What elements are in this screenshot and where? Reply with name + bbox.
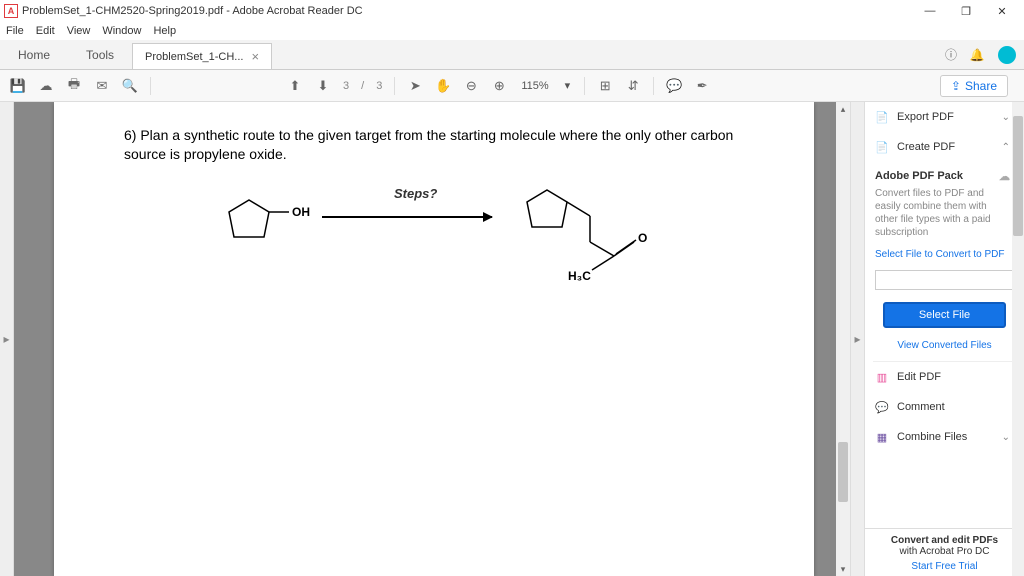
page-down-icon[interactable]: ⬇ bbox=[311, 74, 335, 98]
create-pdf-item[interactable]: 📄 Create PDF ⌃ bbox=[865, 132, 1024, 162]
chevron-down-icon: ⌄ bbox=[1002, 432, 1010, 443]
pack-title: Adobe PDF Pack bbox=[875, 170, 963, 183]
zoom-out-icon[interactable]: ⊖ bbox=[459, 74, 483, 98]
help-icon[interactable]: ⓘ bbox=[938, 40, 964, 69]
chemistry-diagram: Steps? OH bbox=[124, 182, 744, 342]
edit-pdf-icon: ▥ bbox=[875, 370, 889, 384]
avatar[interactable] bbox=[998, 46, 1016, 64]
h3c-label: H₃C bbox=[568, 269, 591, 283]
fit-page-icon[interactable]: ⇵ bbox=[621, 74, 645, 98]
reaction-arrow bbox=[322, 216, 492, 218]
zoom-value[interactable]: 115% bbox=[515, 80, 554, 92]
start-free-trial-link[interactable]: Start Free Trial bbox=[873, 561, 1016, 572]
pack-description: Convert files to PDF and easily combine … bbox=[875, 187, 1010, 239]
export-pdf-label: Export PDF bbox=[897, 111, 954, 123]
scroll-up-icon[interactable]: ▴ bbox=[836, 102, 850, 116]
create-pdf-icon: 📄 bbox=[875, 140, 889, 154]
steps-label: Steps? bbox=[394, 186, 437, 201]
sign-icon[interactable]: ✒ bbox=[690, 74, 714, 98]
comment-tool-icon: 💬 bbox=[875, 400, 889, 414]
pdf-page: 6) Plan a synthetic route to the given t… bbox=[54, 102, 814, 576]
page-total: 3 bbox=[372, 80, 386, 92]
tools-panel: 📄 Export PDF ⌄ 📄 Create PDF ⌃ Adobe PDF … bbox=[864, 102, 1024, 576]
page-sep: / bbox=[357, 80, 368, 92]
panel-scroll-thumb[interactable] bbox=[1013, 116, 1023, 236]
pointer-icon[interactable]: ➤ bbox=[403, 74, 427, 98]
menu-help[interactable]: Help bbox=[153, 25, 176, 37]
zoom-caret-icon[interactable]: ▾ bbox=[559, 79, 577, 92]
chevron-up-icon: ⌃ bbox=[1002, 142, 1010, 153]
menu-bar: File Edit View Window Help bbox=[0, 22, 1024, 40]
menu-edit[interactable]: Edit bbox=[36, 25, 55, 37]
maximize-button[interactable]: ❐ bbox=[948, 1, 984, 21]
cloud-badge-icon: ☁ bbox=[999, 170, 1010, 183]
upsell-footer: Convert and edit PDFs with Acrobat Pro D… bbox=[865, 528, 1024, 576]
left-panel-toggle[interactable]: ▸ bbox=[0, 102, 14, 576]
tab-document-label: ProblemSet_1-CH... bbox=[145, 51, 243, 63]
select-file-button[interactable]: Select File bbox=[883, 302, 1006, 328]
oh-label: OH bbox=[292, 205, 310, 219]
footer-line1: Convert and edit PDFs bbox=[873, 535, 1016, 546]
adobe-pdf-pack-section: Adobe PDF Pack ☁ Convert files to PDF an… bbox=[865, 162, 1024, 243]
share-label: Share bbox=[965, 79, 997, 93]
fit-width-icon[interactable]: ⊞ bbox=[593, 74, 617, 98]
panel-scrollbar[interactable] bbox=[1012, 102, 1024, 576]
right-panel-toggle[interactable]: ▸ bbox=[850, 102, 864, 576]
comment-icon[interactable]: 💬 bbox=[662, 74, 686, 98]
question-text: 6) Plan a synthetic route to the given t… bbox=[124, 126, 744, 164]
acrobat-app-icon: A bbox=[4, 4, 18, 18]
mail-icon[interactable]: ✉ bbox=[90, 74, 114, 98]
chevron-down-icon: ⌄ bbox=[1002, 112, 1010, 123]
view-converted-link[interactable]: View Converted Files bbox=[865, 336, 1024, 361]
bell-icon[interactable]: 🔔 bbox=[964, 40, 990, 69]
target-molecule: O H₃C bbox=[522, 186, 682, 296]
tab-home[interactable]: Home bbox=[0, 40, 68, 69]
window-title: ProblemSet_1-CHM2520-Spring2019.pdf - Ad… bbox=[22, 5, 912, 17]
tab-document[interactable]: ProblemSet_1-CH... × bbox=[132, 43, 272, 69]
menu-view[interactable]: View bbox=[67, 25, 91, 37]
tab-close-icon[interactable]: × bbox=[251, 49, 259, 64]
tab-bar: Home Tools ProblemSet_1-CH... × ⓘ 🔔 bbox=[0, 40, 1024, 70]
export-pdf-icon: 📄 bbox=[875, 110, 889, 124]
document-scrollbar[interactable]: ▴ ▾ bbox=[836, 102, 850, 576]
print-icon[interactable]: 🖶 bbox=[62, 74, 86, 98]
cloud-icon[interactable]: ☁ bbox=[34, 74, 58, 98]
export-pdf-item[interactable]: 📄 Export PDF ⌄ bbox=[865, 102, 1024, 132]
file-input[interactable] bbox=[875, 270, 1014, 290]
share-button[interactable]: ⇪ Share bbox=[940, 75, 1008, 97]
title-bar: A ProblemSet_1-CHM2520-Spring2019.pdf - … bbox=[0, 0, 1024, 22]
page-current[interactable]: 3 bbox=[339, 80, 353, 92]
comment-label: Comment bbox=[897, 401, 945, 413]
comment-item[interactable]: 💬 Comment bbox=[865, 392, 1024, 422]
share-icon: ⇪ bbox=[951, 79, 961, 93]
main-area: ▸ 6) Plan a synthetic route to the given… bbox=[0, 102, 1024, 576]
combine-files-item[interactable]: ▦ Combine Files ⌄ bbox=[865, 422, 1024, 452]
toolbar: 💾 ☁ 🖶 ✉ 🔍 ⬆ ⬇ 3 / 3 ➤ ✋ ⊖ ⊕ 115% ▾ ⊞ ⇵ 💬… bbox=[0, 70, 1024, 102]
tab-tools[interactable]: Tools bbox=[68, 40, 132, 69]
footer-line2: with Acrobat Pro DC bbox=[873, 546, 1016, 557]
combine-files-icon: ▦ bbox=[875, 430, 889, 444]
document-viewport[interactable]: 6) Plan a synthetic route to the given t… bbox=[14, 102, 850, 576]
page-up-icon[interactable]: ⬆ bbox=[283, 74, 307, 98]
edit-pdf-label: Edit PDF bbox=[897, 371, 941, 383]
create-pdf-label: Create PDF bbox=[897, 141, 955, 153]
scroll-down-icon[interactable]: ▾ bbox=[836, 562, 850, 576]
edit-pdf-item[interactable]: ▥ Edit PDF bbox=[865, 362, 1024, 392]
menu-file[interactable]: File bbox=[6, 25, 24, 37]
starting-molecule: OH bbox=[224, 192, 314, 262]
zoom-in-icon[interactable]: ⊕ bbox=[487, 74, 511, 98]
combine-files-label: Combine Files bbox=[897, 431, 967, 443]
save-icon[interactable]: 💾 bbox=[6, 74, 30, 98]
scroll-thumb[interactable] bbox=[838, 442, 848, 502]
hand-icon[interactable]: ✋ bbox=[431, 74, 455, 98]
minimize-button[interactable]: — bbox=[912, 1, 948, 21]
search-icon[interactable]: 🔍 bbox=[118, 74, 142, 98]
o-label: O bbox=[638, 231, 647, 245]
close-window-button[interactable]: ✕ bbox=[984, 1, 1020, 21]
select-file-link[interactable]: Select File to Convert to PDF bbox=[865, 243, 1024, 266]
menu-window[interactable]: Window bbox=[102, 25, 141, 37]
